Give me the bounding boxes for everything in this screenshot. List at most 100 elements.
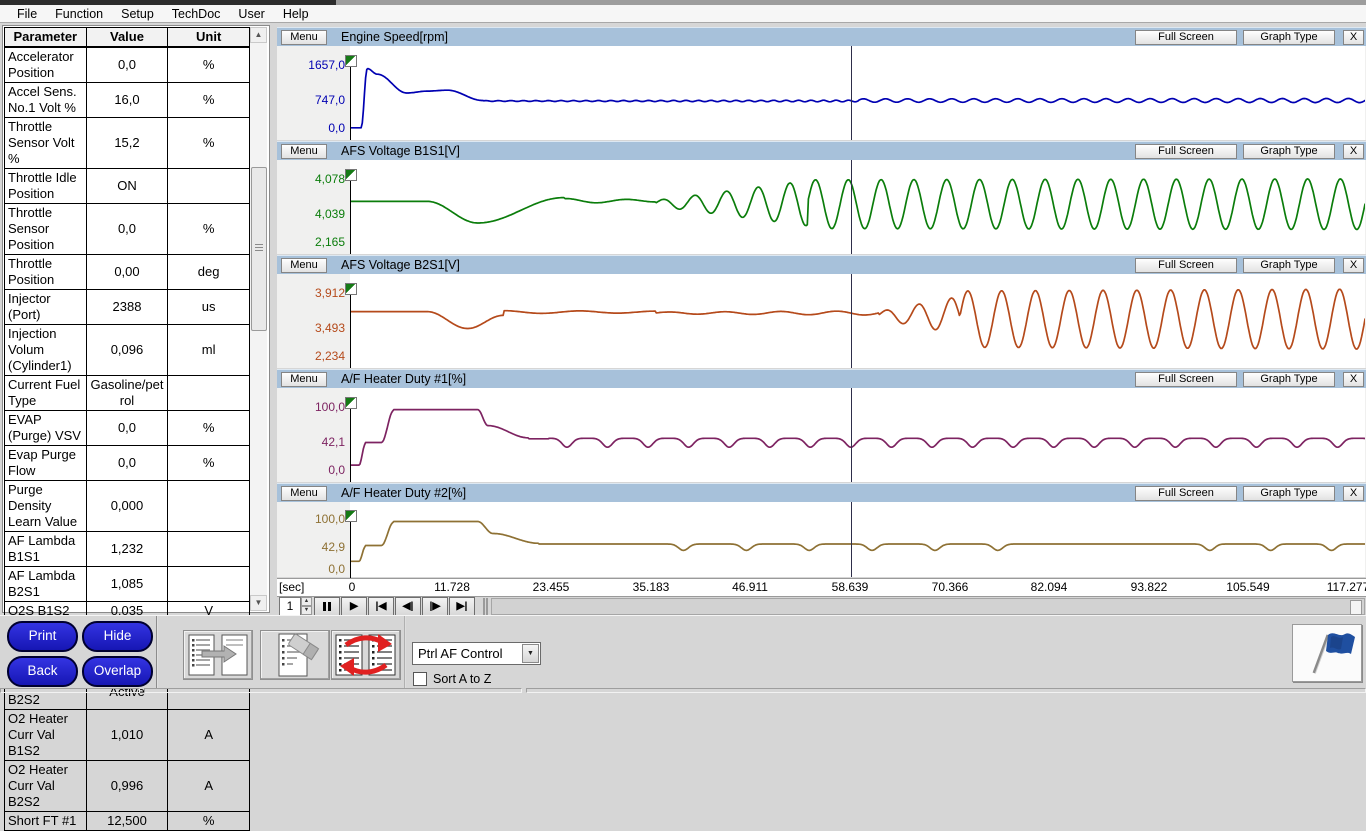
- flag-button[interactable]: [1292, 624, 1362, 682]
- pause-button[interactable]: [314, 597, 340, 616]
- blue-button-panel: Print Hide Back Overlap: [0, 616, 158, 689]
- menu-item-function[interactable]: Function: [46, 7, 112, 21]
- parameter-unit-cell: us: [167, 289, 250, 325]
- parameter-value-cell: 16,0: [85, 82, 169, 118]
- table-row[interactable]: Accelerator Position 0,0%: [4, 46, 250, 83]
- playback-bar: 1 ▲ ▼ ▶ |◀ ◀| |▶ ▶|: [277, 597, 1366, 616]
- erase-list-icon: [261, 633, 329, 683]
- table-row[interactable]: O2 Heater Curr Val B2S2 0,996 A: [4, 760, 250, 812]
- swap-lists-button[interactable]: [331, 630, 401, 680]
- close-icon[interactable]: X: [1343, 372, 1364, 387]
- time-tick-label: 70.366: [931, 580, 969, 594]
- graph-panel-header: Menu AFS Voltage B2S1[V] Full Screen Graph …: [277, 255, 1366, 274]
- time-scrollbar[interactable]: [491, 598, 1365, 615]
- menu-item-help[interactable]: Help: [274, 7, 318, 21]
- full-screen-button[interactable]: Full Screen: [1135, 372, 1237, 387]
- interval-spinner[interactable]: 1: [279, 597, 301, 616]
- graph-menu-button[interactable]: Menu: [281, 486, 327, 501]
- time-tick-label: 93.822: [1130, 580, 1168, 594]
- spinner-down-icon[interactable]: ▼: [301, 606, 312, 615]
- table-row[interactable]: AF Lambda B2S1 1,085: [4, 566, 250, 602]
- table-scrollbar[interactable]: ▲ ▼: [250, 27, 267, 611]
- graph-title: AFS Voltage B1S1[V]: [341, 144, 460, 158]
- parameter-name-cell: Throttle Sensor Position: [4, 203, 87, 255]
- time-cursor-line[interactable]: [851, 160, 852, 254]
- table-scrollbar-thumb[interactable]: [251, 167, 267, 331]
- table-row[interactable]: Injector (Port) 2388 us: [4, 289, 250, 325]
- close-icon[interactable]: X: [1343, 30, 1364, 45]
- scroll-up-icon[interactable]: ▲: [250, 27, 267, 43]
- step-back-button[interactable]: ◀|: [395, 597, 421, 616]
- graph-type-button[interactable]: Graph Type: [1243, 258, 1335, 273]
- table-row[interactable]: Purge Density Learn Value 0,000: [4, 480, 250, 532]
- close-icon[interactable]: X: [1343, 258, 1364, 273]
- graph-type-button[interactable]: Graph Type: [1243, 144, 1335, 159]
- back-button[interactable]: Back: [7, 656, 78, 687]
- table-row[interactable]: Accel Sens. No.1 Volt % 16,0%: [4, 82, 250, 118]
- parameter-value-cell: 0,00: [85, 254, 169, 290]
- menu-item-setup[interactable]: Setup: [112, 7, 163, 21]
- skip-start-button[interactable]: |◀: [368, 597, 394, 616]
- skip-end-button[interactable]: ▶|: [449, 597, 475, 616]
- playbar-splitter[interactable]: [483, 598, 488, 615]
- column-header-parameter: Parameter: [4, 27, 87, 48]
- erase-list-button[interactable]: [260, 630, 330, 680]
- table-row[interactable]: Injection Volum (Cylinder1) 0,096 ml: [4, 324, 250, 376]
- graph-plot-area: 3,912 3,493 2,234: [277, 274, 1366, 368]
- bottom-toolbar: Print Hide Back Overlap Ptrl AF Control …: [0, 615, 1366, 689]
- table-row[interactable]: Throttle Position 0,00 deg: [4, 254, 250, 290]
- step-forward-button[interactable]: |▶: [422, 597, 448, 616]
- menu-item-file[interactable]: File: [8, 7, 46, 21]
- full-screen-button[interactable]: Full Screen: [1135, 30, 1237, 45]
- time-cursor-line[interactable]: [851, 46, 852, 140]
- table-row[interactable]: O2 Heater Curr Val B1S2 1,010 A: [4, 709, 250, 761]
- graph-type-button[interactable]: Graph Type: [1243, 30, 1335, 45]
- graph-menu-button[interactable]: Menu: [281, 258, 327, 273]
- sort-checkbox-row: Sort A to Z: [413, 672, 491, 686]
- full-screen-button[interactable]: Full Screen: [1135, 144, 1237, 159]
- sort-checkbox[interactable]: [413, 672, 427, 686]
- graph-panel-header: Menu A/F Heater Duty #1[%] Full Screen Grap…: [277, 369, 1366, 388]
- graph-menu-button[interactable]: Menu: [281, 144, 327, 159]
- parameter-table-header: Parameter Value Unit: [4, 27, 250, 48]
- chevron-down-icon[interactable]: ▼: [522, 644, 539, 663]
- overlap-button[interactable]: Overlap: [82, 656, 153, 687]
- status-segment: [526, 688, 1366, 693]
- parameter-value-cell: 1,232: [85, 531, 169, 567]
- table-row[interactable]: Current Fuel Type Gasoline/petrol: [4, 375, 250, 411]
- table-row[interactable]: EVAP (Purge) VSV 0,0%: [4, 410, 250, 446]
- full-screen-button[interactable]: Full Screen: [1135, 486, 1237, 501]
- parameter-table-header-row: Parameter Value Unit: [4, 27, 250, 48]
- close-icon[interactable]: X: [1343, 144, 1364, 159]
- y-axis-label: 0,0: [328, 463, 345, 477]
- table-row[interactable]: Throttle Sensor Volt % 15,2%: [4, 117, 250, 169]
- close-icon[interactable]: X: [1343, 486, 1364, 501]
- time-cursor-line[interactable]: [851, 388, 852, 482]
- time-scrollbar-thumb[interactable]: [1350, 600, 1362, 615]
- scroll-down-icon[interactable]: ▼: [250, 595, 267, 611]
- graph-type-button[interactable]: Graph Type: [1243, 486, 1335, 501]
- parameter-table-panel: Parameter Value Unit Accelerator Position 0…: [2, 25, 270, 831]
- time-cursor-line[interactable]: [851, 274, 852, 368]
- menu-item-techdoc[interactable]: TechDoc: [163, 7, 230, 21]
- parameter-group-dropdown[interactable]: Ptrl AF Control ▼: [412, 642, 541, 665]
- graph-menu-button[interactable]: Menu: [281, 372, 327, 387]
- spinner-up-icon[interactable]: ▲: [301, 597, 312, 606]
- play-button[interactable]: ▶: [341, 597, 367, 616]
- hide-button[interactable]: Hide: [82, 621, 153, 652]
- full-screen-button[interactable]: Full Screen: [1135, 258, 1237, 273]
- table-row[interactable]: AF Lambda B1S1 1,232: [4, 531, 250, 567]
- table-row[interactable]: Throttle Idle Position ON: [4, 168, 250, 204]
- print-button[interactable]: Print: [7, 621, 78, 652]
- time-cursor-line[interactable]: [851, 502, 852, 577]
- table-row[interactable]: Throttle Sensor Position 0,0%: [4, 203, 250, 255]
- table-row[interactable]: Evap Purge Flow 0,0%: [4, 445, 250, 481]
- graph-menu-button[interactable]: Menu: [281, 30, 327, 45]
- menu-item-user[interactable]: User: [229, 7, 273, 21]
- parameter-unit-cell: ml: [167, 324, 250, 376]
- table-row[interactable]: Short FT #1 12,500%: [4, 811, 250, 831]
- status-segment: [0, 688, 140, 693]
- graph-type-button[interactable]: Graph Type: [1243, 372, 1335, 387]
- copy-list-button[interactable]: [183, 630, 253, 680]
- parameter-unit-cell: %: [167, 117, 250, 169]
